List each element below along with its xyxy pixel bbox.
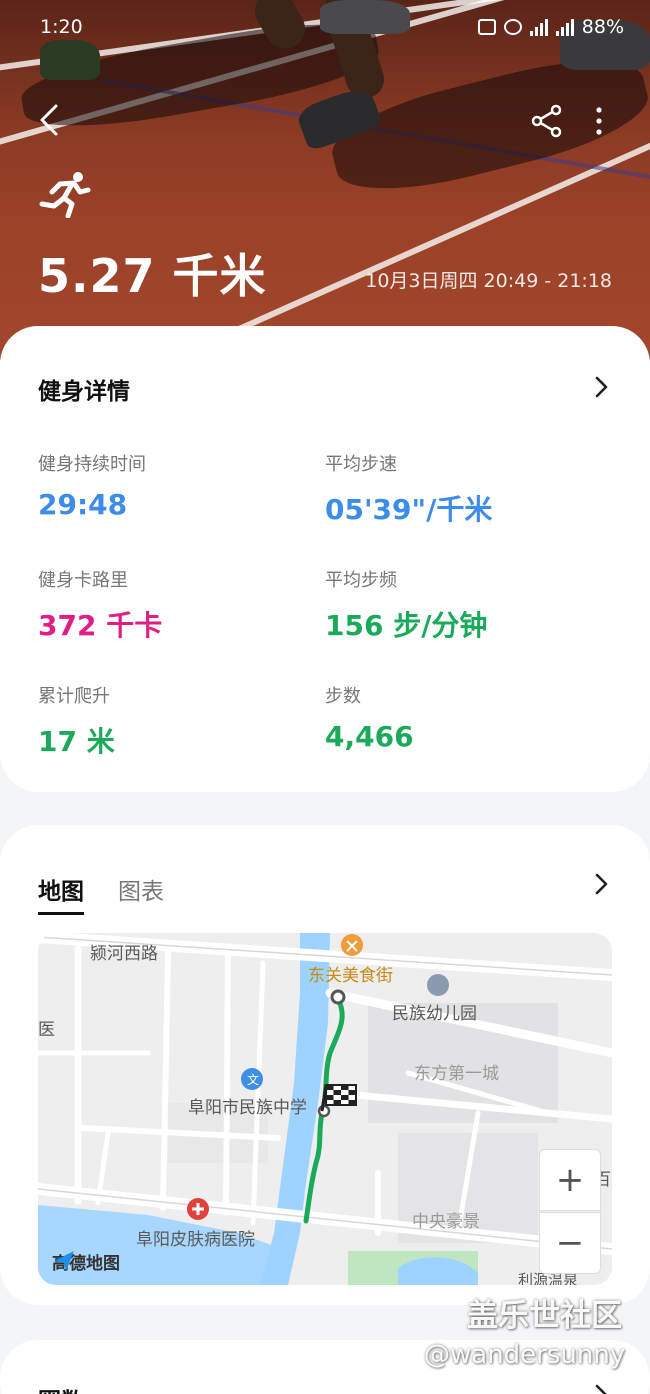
metric-avg-pace: 平均步速 05'39"/千米 — [325, 450, 492, 528]
zoom-in-button[interactable]: + — [539, 1149, 601, 1211]
workout-datetime: 10月3日周四 20:49 - 21:18 — [365, 270, 612, 292]
minus-icon: − — [555, 1223, 585, 1263]
alarm-icon — [503, 19, 522, 35]
metric-duration: 健身持续时间 29:48 — [38, 450, 146, 521]
tab-map[interactable]: 地图 — [38, 872, 84, 915]
status-bar: 1:20 88% — [0, 14, 650, 44]
chevron-right-icon[interactable] — [590, 1382, 612, 1394]
map-label-road: 颍河西路 — [90, 944, 158, 964]
route-map[interactable]: 文 颍河西路 东关美食街 民族幼儿园 东方第一城 阜阳市民族中学 阜阳皮肤病医院… — [38, 933, 612, 1285]
svg-text:文: 文 — [247, 1072, 259, 1087]
status-time: 1:20 — [40, 16, 83, 38]
map-label-food-street: 东关美食街 — [308, 966, 393, 986]
tab-chart[interactable]: 图表 — [118, 872, 164, 915]
metric-value: 17 米 — [38, 725, 115, 758]
metric-value: 05'39"/千米 — [325, 493, 493, 526]
share-icon[interactable] — [530, 104, 564, 138]
details-title: 健身详情 — [38, 379, 130, 405]
map-label-hospital: 阜阳皮肤病医院 — [136, 1230, 255, 1250]
metric-label: 步数 — [325, 686, 361, 707]
metric-value: 372 千卡 — [38, 609, 163, 642]
kindergarten-icon[interactable] — [427, 974, 449, 996]
running-icon — [39, 172, 91, 218]
map-label-kindergarten: 民族幼儿园 — [392, 1004, 477, 1024]
metric-avg-cadence: 平均步频 156 步/分钟 — [325, 566, 487, 644]
metric-value: 29:48 — [38, 488, 128, 521]
back-arrow-icon[interactable] — [34, 100, 70, 140]
zoom-out-button[interactable]: − — [539, 1212, 601, 1274]
metric-value: 4,466 — [325, 720, 414, 753]
chevron-right-icon[interactable] — [590, 374, 612, 400]
metric-steps: 步数 4,466 — [325, 682, 414, 753]
map-label-district: 中央豪景 — [412, 1212, 480, 1232]
map-provider-logo: 高德地图 — [52, 1249, 120, 1274]
battery-level: 88% — [581, 16, 624, 38]
metric-value: 156 步/分钟 — [325, 609, 488, 642]
map-label-partial: 医 — [38, 1020, 55, 1040]
laps-title: 圈数 — [38, 1382, 84, 1394]
total-distance: 5.27 千米 — [38, 249, 267, 303]
metric-elevation-gain: 累计爬升 17 米 — [38, 682, 115, 760]
notification-icon — [477, 19, 496, 35]
runner-shoe — [40, 40, 100, 80]
watermark-site: 盖乐世社区 — [467, 1298, 622, 1334]
map-chart-tabs: 地图 图表 — [38, 872, 164, 915]
metric-label: 健身持续时间 — [38, 454, 146, 475]
route-map-card: 地图 图表 文 颍河西路 东关美食街 民族幼儿园 东方第一城 阜阳市民族中学 阜… — [0, 825, 650, 1305]
signal-icon — [555, 18, 574, 36]
metric-label: 平均步频 — [325, 570, 397, 591]
amap-logo-icon — [54, 1251, 74, 1271]
header-hero-image: 1:20 88% 5.27 千米 10月3日周四 20:49 - 21:18 — [0, 0, 650, 360]
watermark-user: @wandersunny — [424, 1340, 626, 1370]
workout-details-card: 健身详情 健身持续时间 29:48 平均步速 05'39"/千米 健身卡路里 3… — [0, 326, 650, 792]
more-options-icon[interactable] — [588, 104, 610, 138]
metric-label: 累计爬升 — [38, 686, 110, 707]
metric-label: 健身卡路里 — [38, 570, 128, 591]
plus-icon: + — [555, 1160, 585, 1200]
chevron-right-icon[interactable] — [590, 871, 612, 897]
metric-calories: 健身卡路里 372 千卡 — [38, 566, 162, 644]
metric-label: 平均步速 — [325, 454, 397, 475]
signal-icon — [529, 18, 548, 36]
map-label-school: 阜阳市民族中学 — [188, 1098, 307, 1118]
map-label-residence: 东方第一城 — [414, 1064, 499, 1084]
